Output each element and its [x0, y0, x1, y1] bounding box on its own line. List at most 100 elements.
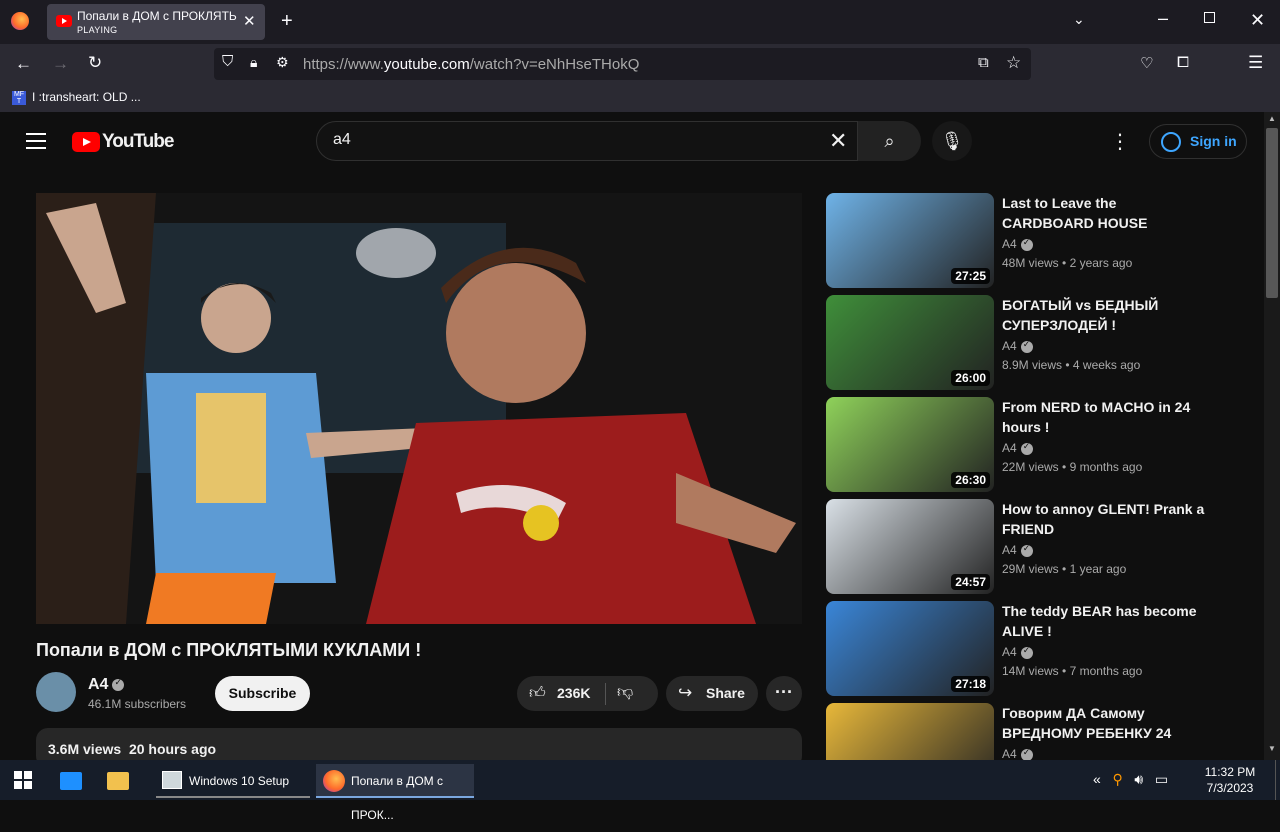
- scroll-down-arrow-icon[interactable]: ▼: [1268, 744, 1276, 753]
- clock[interactable]: 11:32 PM 7/3/2023: [1190, 764, 1270, 796]
- channel-name[interactable]: A4: [1002, 237, 1017, 251]
- video-meta: 8.9M views • 4 weeks ago: [1002, 358, 1141, 372]
- video-player[interactable]: [36, 193, 802, 624]
- video-meta: 29M views • 1 year ago: [1002, 562, 1127, 576]
- video-age: 1 year ago: [1069, 562, 1127, 576]
- show-desktop-button[interactable]: [1275, 760, 1276, 800]
- video-title-link[interactable]: БОГАТЫЙ vs БЕДНЫЙ СУПЕРЗЛОДЕЙ !: [1002, 295, 1212, 335]
- recommended-video[interactable]: 27:18 The teddy BEAR has become ALIVE ! A4…: [826, 601, 1206, 697]
- new-tab-icon[interactable]: +: [281, 10, 293, 33]
- video-thumbnail[interactable]: 27:25: [826, 193, 994, 288]
- video-thumbnail[interactable]: 26:00: [826, 295, 994, 390]
- url-bar[interactable]: ⛉ 🔒︎ ⚙ https://www.youtube.com/watch?v=e…: [214, 48, 1031, 80]
- reload-icon[interactable]: ↻: [88, 53, 102, 73]
- close-window-icon[interactable]: ✕: [1250, 10, 1265, 31]
- browser-tab-active[interactable]: Попали в ДОМ с ПРОКЛЯТЫМИ КУКЛАМИ ! PLAY…: [47, 4, 265, 40]
- pocket-icon[interactable]: ♡: [1140, 54, 1153, 72]
- channel-avatar[interactable]: [36, 672, 76, 712]
- video-title-link[interactable]: How to annoy GLENT! Prank a FRIEND: [1002, 499, 1212, 539]
- taskbar-app-windows-setup[interactable]: Windows 10 Setup: [156, 764, 310, 798]
- hamburger-menu-icon[interactable]: [26, 133, 46, 149]
- channel-name-row[interactable]: A4: [1002, 747, 1033, 761]
- page-scrollbar[interactable]: ▲ ▼: [1264, 112, 1280, 760]
- video-title-link[interactable]: Говорим ДА Самому ВРЕДНОМУ РЕБЕНКУ 24 Ча…: [1002, 703, 1212, 743]
- desktop-app-icon[interactable]: [60, 772, 82, 790]
- channel-name[interactable]: A4: [1002, 645, 1017, 659]
- upload-age: 20 hours ago: [128, 741, 217, 757]
- restore-window-icon[interactable]: [1204, 12, 1215, 23]
- recommended-video[interactable]: 26:30From NERD to MACHO in 24 hours !A42…: [826, 397, 1206, 493]
- channel-name[interactable]: A4: [1002, 747, 1017, 761]
- browser-tab-bar: Попали в ДОМ с ПРОКЛЯТЫМИ КУКЛАМИ ! PLAY…: [0, 0, 1280, 44]
- minimize-window-icon[interactable]: –: [1158, 8, 1168, 29]
- subscribe-button[interactable]: Subscribe: [215, 676, 310, 711]
- recommended-video[interactable]: 26:00БОГАТЫЙ vs БЕДНЫЙ СУПЕРЗЛОДЕЙ !A48.…: [826, 295, 1206, 391]
- recommended-video[interactable]: 24:57 How to annoy GLENT! Prank a FRIEND A…: [826, 499, 1206, 595]
- channel-name[interactable]: A4: [1002, 441, 1017, 455]
- video-duration: 24:57: [951, 574, 990, 590]
- channel-name-row[interactable]: A4: [1002, 441, 1033, 455]
- bookmark-item[interactable]: MF T I :transheart: OLD ...: [12, 90, 141, 105]
- dislike-button-thumbs-down-icon[interactable]: 👎︎: [617, 683, 633, 702]
- channel-name[interactable]: A4: [1002, 543, 1017, 557]
- show-hidden-icons-chevron-icon[interactable]: «: [1093, 771, 1101, 787]
- scrollbar-thumb[interactable]: [1266, 128, 1278, 298]
- search-tray-icon[interactable]: ⚲: [1112, 771, 1122, 787]
- verified-badge-icon: [1020, 543, 1033, 557]
- search-input[interactable]: [333, 131, 813, 149]
- scroll-up-arrow-icon[interactable]: ▲: [1268, 114, 1276, 123]
- channel-name-row[interactable]: A4: [1002, 237, 1033, 251]
- video-title-link[interactable]: From NERD to MACHO in 24 hours !: [1002, 397, 1212, 437]
- channel-name[interactable]: A4: [88, 676, 108, 693]
- recommended-video[interactable]: 27:25Last to Leave the CARDBOARD HOUSE C…: [826, 193, 1206, 289]
- close-tab-icon[interactable]: ✕: [243, 12, 256, 30]
- bookmark-star-icon[interactable]: ☆: [1006, 53, 1021, 73]
- extensions-icon[interactable]: ⧠: [1177, 54, 1189, 71]
- list-tabs-chevron-down-icon[interactable]: ⌄: [1073, 11, 1085, 28]
- video-title: Попали в ДОМ с ПРОКЛЯТЫМИ КУКЛАМИ !: [36, 640, 422, 660]
- video-thumbnail[interactable]: 24:57: [826, 499, 994, 594]
- video-age: 4 weeks ago: [1072, 358, 1141, 372]
- video-thumbnail[interactable]: 26:30: [826, 397, 994, 492]
- settings-more-icon[interactable]: ⋮: [1110, 129, 1130, 154]
- setup-app-icon: [162, 771, 182, 789]
- clock-time: 11:32 PM: [1204, 765, 1256, 779]
- windows-start-icon[interactable]: [14, 771, 32, 789]
- taskbar-app1-label: Windows 10 Setup: [189, 774, 290, 788]
- network-icon[interactable]: ▭: [1155, 771, 1168, 787]
- more-actions-button[interactable]: ···: [766, 676, 802, 711]
- channel-name-row[interactable]: A4: [1002, 645, 1033, 659]
- sign-in-button[interactable]: Sign in: [1149, 124, 1247, 159]
- back-arrow-icon[interactable]: ←: [15, 54, 32, 74]
- account-icon: [1161, 132, 1181, 152]
- firefox-icon[interactable]: [11, 12, 29, 30]
- picture-in-picture-icon[interactable]: ⧉: [978, 54, 989, 71]
- volume-icon[interactable]: 🔊︎: [1134, 771, 1143, 787]
- voice-search-mic-icon[interactable]: 🎙︎: [932, 121, 972, 161]
- url-text[interactable]: https://www.youtube.com/watch?v=eNhHseTH…: [303, 56, 639, 73]
- taskbar-app-firefox[interactable]: Попали в ДОМ с ПРОК...: [316, 764, 474, 822]
- tab-status: PLAYING: [77, 25, 118, 35]
- video-thumbnail[interactable]: 27:18: [826, 601, 994, 696]
- channel-name-row[interactable]: A4: [1002, 339, 1033, 353]
- youtube-logo[interactable]: YouTube: [72, 131, 174, 153]
- browser-nav-bar: ← → ↻ ⛉ 🔒︎ ⚙ https://www.youtube.com/wat…: [0, 44, 1280, 86]
- video-views: 29M views: [1002, 562, 1059, 576]
- channel-name[interactable]: A4: [1002, 339, 1017, 353]
- channel-name-row[interactable]: A4: [1002, 543, 1033, 557]
- forward-arrow-icon[interactable]: →: [52, 54, 69, 74]
- video-title-link[interactable]: Last to Leave the CARDBOARD HOUSE Challe…: [1002, 193, 1212, 233]
- search-button[interactable]: ⌕: [857, 121, 921, 161]
- clear-search-icon[interactable]: ✕: [829, 128, 847, 154]
- file-explorer-folder-icon[interactable]: [107, 772, 129, 790]
- shield-icon[interactable]: ⛉: [222, 53, 233, 70]
- permissions-icon[interactable]: ⚙: [276, 54, 289, 71]
- video-title-link[interactable]: The teddy BEAR has become ALIVE !: [1002, 601, 1212, 641]
- channel-name-row[interactable]: A4: [88, 676, 125, 694]
- like-button[interactable]: 👍︎ 236K: [517, 676, 605, 711]
- share-button[interactable]: ↪ Share: [666, 676, 758, 711]
- video-views: 8.9M views: [1002, 358, 1063, 372]
- lock-icon[interactable]: 🔒︎: [250, 54, 257, 71]
- video-age: 7 months ago: [1069, 664, 1143, 678]
- app-menu-icon[interactable]: ☰: [1248, 53, 1263, 73]
